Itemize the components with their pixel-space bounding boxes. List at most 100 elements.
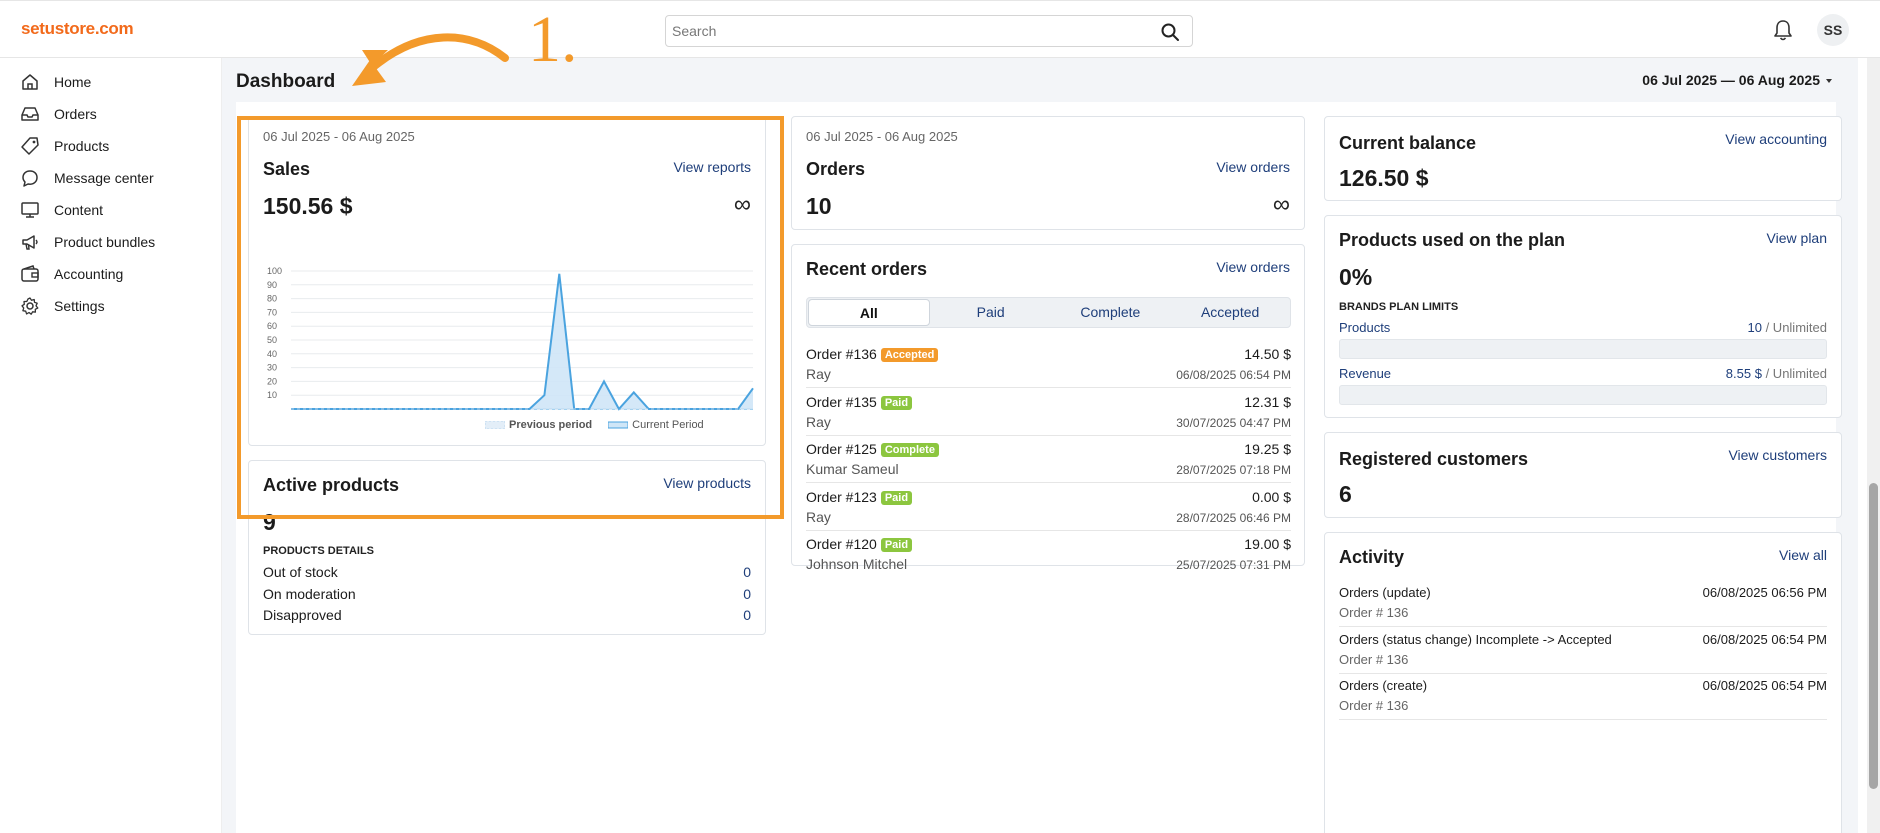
order-id[interactable]: Order #136 Accepted bbox=[806, 346, 939, 362]
plan-revenue-bar bbox=[1339, 385, 1827, 405]
sidebar-item-products[interactable]: Products bbox=[20, 134, 109, 158]
tab-paid[interactable]: Paid bbox=[931, 298, 1051, 327]
plan-revenue-amount: 8.55 $ bbox=[1725, 366, 1762, 381]
inbox-icon bbox=[21, 107, 39, 121]
sidebar-item-label: Message center bbox=[54, 170, 154, 186]
activity-sub-text: Order # 136 bbox=[1339, 698, 1409, 713]
order-row[interactable]: Order #125 Complete 19.25 $ Kumar Sameul 28/… bbox=[806, 436, 1291, 483]
avatar[interactable]: SS bbox=[1817, 14, 1849, 46]
view-customers-link[interactable]: View customers bbox=[1728, 447, 1827, 463]
search-icon[interactable] bbox=[1160, 22, 1180, 42]
view-plan-link[interactable]: View plan bbox=[1767, 230, 1827, 246]
row-value[interactable]: 0 bbox=[743, 564, 751, 580]
orders-card: 06 Jul 2025 - 06 Aug 2025 Orders View or… bbox=[791, 116, 1305, 230]
view-orders-link[interactable]: View orders bbox=[1216, 259, 1290, 275]
products-details-label: PRODUCTS DETAILS bbox=[263, 545, 375, 557]
row-value[interactable]: 0 bbox=[743, 586, 751, 602]
activity-row[interactable]: Orders (status change) Incomplete -> Acc… bbox=[1339, 628, 1827, 674]
order-row[interactable]: Order #135 Paid 12.31 $ Ray 30/07/2025 04:47… bbox=[806, 389, 1291, 436]
order-customer: Ray bbox=[806, 366, 831, 382]
date-range-picker[interactable]: 06 Jul 2025 — 06 Aug 2025 bbox=[1642, 72, 1832, 88]
annotation-highlight-box bbox=[237, 116, 784, 519]
sidebar-item-label: Content bbox=[54, 202, 104, 218]
order-customer: Ray bbox=[806, 508, 831, 525]
wallet-icon bbox=[21, 265, 39, 282]
tab-accepted[interactable]: Accepted bbox=[1170, 298, 1290, 327]
order-id[interactable]: Order #123 Paid bbox=[806, 489, 913, 505]
sidebar: Home Orders Products Message center Cont… bbox=[0, 58, 222, 833]
sidebar-item-orders[interactable]: Orders bbox=[20, 102, 97, 126]
activity-sub-text: Order # 136 bbox=[1339, 605, 1409, 620]
order-id-text: Order #136 bbox=[806, 346, 877, 362]
sidebar-item-accounting[interactable]: Accounting bbox=[20, 262, 123, 286]
order-row[interactable]: Order #120 Paid 19.00 $ Johnson Mitchel 25/0… bbox=[806, 531, 1291, 578]
sidebar-item-home[interactable]: Home bbox=[20, 70, 91, 94]
orders-value: 10 bbox=[806, 193, 832, 219]
order-date: 28/07/2025 06:46 PM bbox=[1176, 510, 1291, 525]
sidebar-item-label: Products bbox=[54, 138, 110, 154]
order-amount: 19.25 $ bbox=[1244, 441, 1291, 457]
activity-row[interactable]: Orders (update) Order # 136 06/08/2025 06:… bbox=[1339, 581, 1827, 627]
plan-products-value: 10 / Unlimited bbox=[1747, 320, 1827, 335]
scrollbar-thumb[interactable] bbox=[1869, 483, 1878, 789]
megaphone-icon bbox=[22, 235, 38, 250]
annotation-arrow-icon bbox=[352, 33, 509, 86]
caret-down-icon bbox=[1826, 79, 1832, 84]
order-id-text: Order #120 bbox=[806, 536, 877, 552]
activity-time: 06/08/2025 06:54 PM bbox=[1702, 678, 1827, 693]
sidebar-item-label: Settings bbox=[54, 298, 105, 314]
current-balance-title: Current balance bbox=[1339, 133, 1477, 153]
view-accounting-link[interactable]: View accounting bbox=[1725, 131, 1827, 147]
status-badge: Complete bbox=[880, 443, 939, 457]
activity-title-text: Orders (create) bbox=[1339, 678, 1428, 693]
plan-products-count: 10 bbox=[1747, 320, 1762, 335]
brands-plan-limits-label: BRANDS PLAN LIMITS bbox=[1339, 301, 1459, 313]
view-all-link[interactable]: View all bbox=[1779, 547, 1827, 563]
order-amount: 0.00 $ bbox=[1252, 488, 1291, 505]
order-tabs: All Paid Complete Accepted bbox=[806, 297, 1291, 328]
activity-card: Activity View all Orders (update) Order #… bbox=[1324, 532, 1842, 833]
sidebar-item-label: Accounting bbox=[54, 266, 124, 282]
order-id-text: Order #135 bbox=[806, 393, 877, 410]
recent-orders-title: Recent orders bbox=[806, 259, 928, 279]
sidebar-item-message-center[interactable]: Message center bbox=[20, 166, 154, 190]
annotation-step-number: 1. bbox=[528, 3, 578, 76]
page-title: Dashboard bbox=[236, 71, 336, 92]
order-id[interactable]: Order #135 Paid bbox=[806, 393, 913, 410]
sidebar-item-label: Orders bbox=[54, 106, 97, 122]
orders-date: 06 Jul 2025 - 06 Aug 2025 bbox=[806, 129, 958, 144]
search-box[interactable] bbox=[665, 15, 1193, 47]
bell-icon[interactable] bbox=[1772, 18, 1794, 42]
logo[interactable]: setustore.com bbox=[21, 19, 134, 39]
status-badge: Paid bbox=[880, 538, 913, 552]
plan-products-label[interactable]: Products bbox=[1339, 320, 1390, 335]
order-date: 28/07/2025 07:18 PM bbox=[1176, 463, 1291, 477]
activity-row[interactable]: Orders (create) Order # 136 06/08/2025 06:… bbox=[1339, 674, 1827, 720]
sidebar-item-product-bundles[interactable]: Product bundles bbox=[20, 230, 155, 254]
order-row[interactable]: Order #123 Paid 0.00 $ Ray 28/07/2025 06:46 … bbox=[806, 484, 1291, 531]
tab-all[interactable]: All bbox=[808, 299, 930, 326]
view-orders-link[interactable]: View orders bbox=[1216, 159, 1290, 175]
current-balance-card: Current balance View accounting 126.50 $ bbox=[1324, 116, 1842, 201]
activity-time: 06/08/2025 06:56 PM bbox=[1702, 585, 1827, 600]
order-id[interactable]: Order #120 Paid bbox=[806, 536, 913, 552]
home-icon bbox=[22, 74, 38, 90]
activity-title: Activity bbox=[1339, 547, 1405, 567]
date-range-text: 06 Jul 2025 — 06 Aug 2025 bbox=[1642, 72, 1820, 88]
top-bar: setustore.com SS bbox=[0, 0, 1880, 58]
search-input[interactable] bbox=[666, 16, 1136, 46]
tag-icon bbox=[21, 137, 39, 155]
sidebar-item-label: Product bundles bbox=[54, 234, 156, 250]
recent-orders-card: Recent orders View orders All Paid Compl… bbox=[791, 244, 1305, 572]
vertical-scrollbar[interactable] bbox=[1867, 58, 1880, 833]
order-id[interactable]: Order #125 Complete bbox=[806, 441, 939, 457]
sidebar-item-settings[interactable]: Settings bbox=[20, 294, 105, 318]
row-value[interactable]: 0 bbox=[743, 607, 751, 623]
order-row[interactable]: Order #136 Accepted 14.50 $ Ray 06/08/2025 0… bbox=[806, 341, 1291, 388]
plan-revenue-label[interactable]: Revenue bbox=[1339, 366, 1391, 381]
tab-complete[interactable]: Complete bbox=[1051, 298, 1171, 327]
order-customer: Johnson Mitchel bbox=[806, 556, 908, 572]
sidebar-item-content[interactable]: Content bbox=[20, 198, 103, 222]
plan-title: Products used on the plan bbox=[1339, 230, 1566, 250]
row-label: Disapproved bbox=[263, 607, 342, 623]
